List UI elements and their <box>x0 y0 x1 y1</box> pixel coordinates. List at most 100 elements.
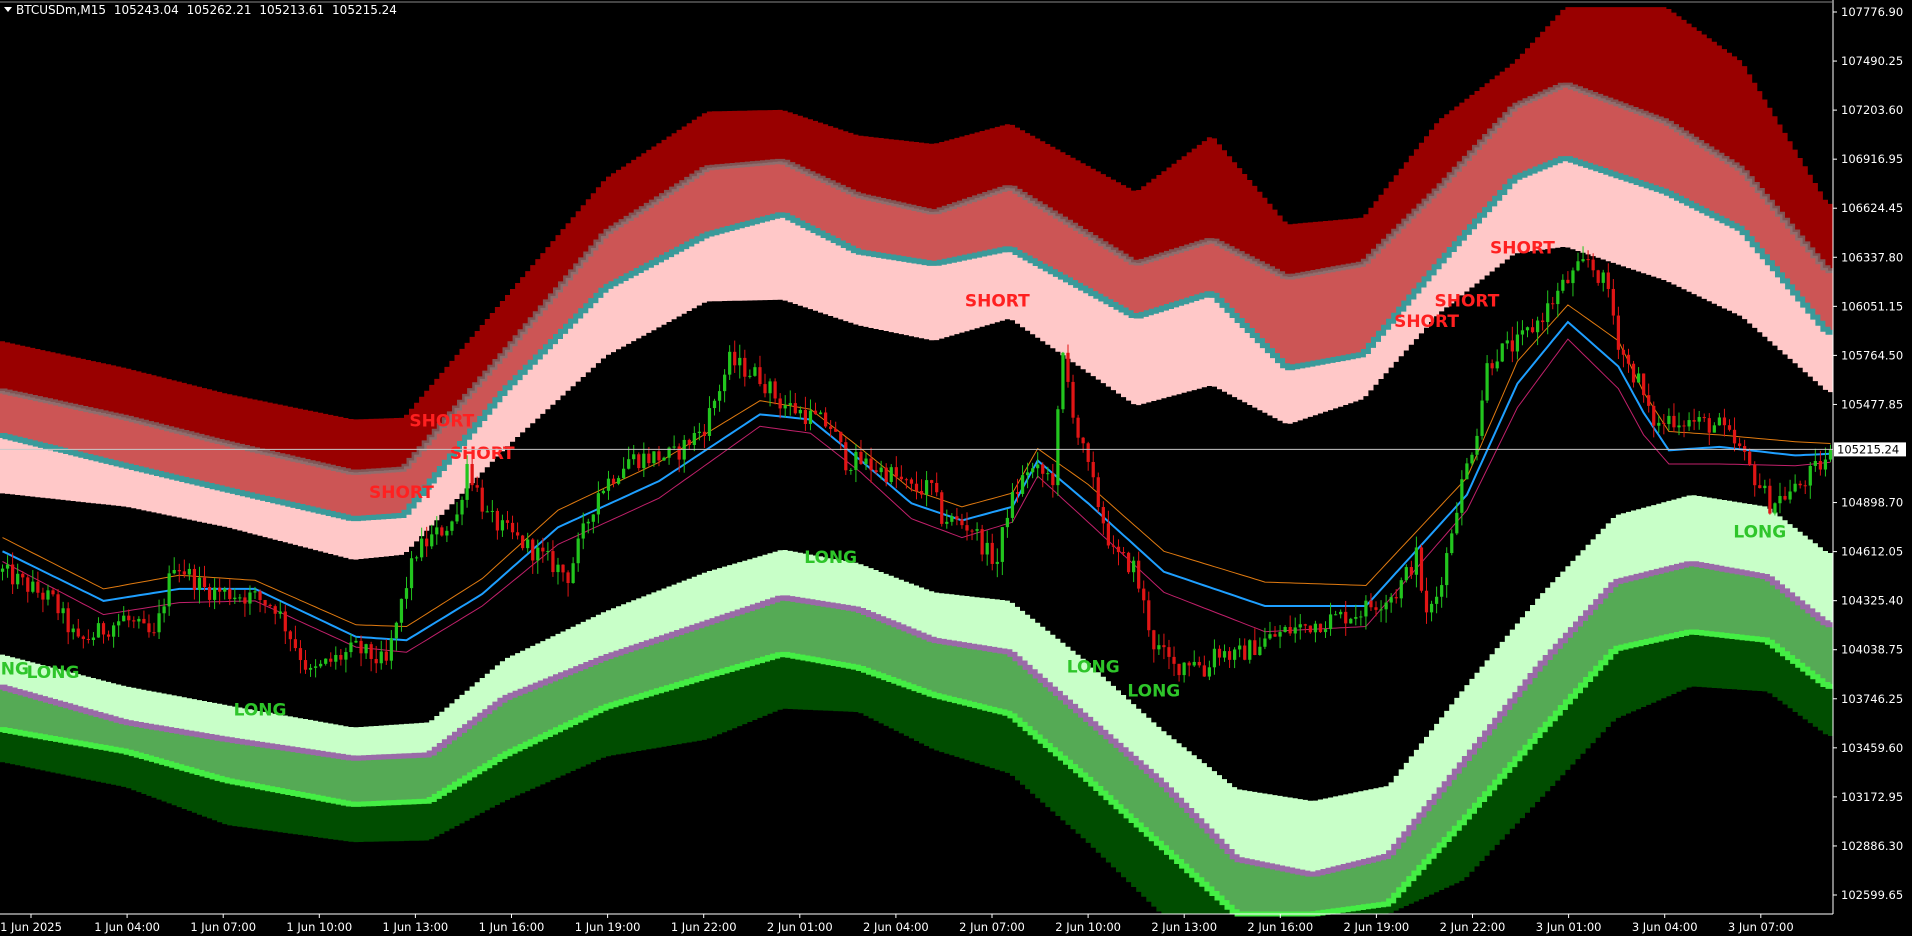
candle-body <box>1429 603 1434 613</box>
candle-body <box>26 577 30 592</box>
signal-label-long: LONG <box>1733 523 1786 543</box>
candle-body <box>798 409 802 414</box>
candle-body <box>51 590 55 595</box>
candle-body <box>935 482 939 493</box>
candle-body <box>1778 495 1782 504</box>
candle-body <box>1313 623 1318 633</box>
candle-body <box>1071 381 1075 418</box>
x-tick-label: 2 Jun 19:00 <box>1344 920 1410 934</box>
candle-body <box>975 529 979 531</box>
candle-body <box>1611 288 1615 316</box>
candle-body <box>324 658 328 664</box>
candle-body <box>1591 259 1595 271</box>
candle-body <box>1318 623 1323 633</box>
candle-body <box>36 581 40 593</box>
candle-body <box>440 527 444 536</box>
candle-body <box>253 591 257 593</box>
x-tick-label: 2 Jun 01:00 <box>767 920 833 934</box>
candle-body <box>1132 560 1136 573</box>
candle-body <box>1515 334 1520 352</box>
candle-body <box>1440 585 1444 597</box>
candle-body <box>1137 560 1141 589</box>
candle-body <box>768 381 772 394</box>
candle-body <box>566 572 570 584</box>
x-tick-label: 1 Jun 07:00 <box>190 920 256 934</box>
candle-body <box>278 611 282 614</box>
candle-body <box>455 514 459 522</box>
candle-body <box>1652 405 1656 426</box>
candle-body <box>0 568 5 572</box>
y-tick-label: 106916.95 <box>1841 152 1903 166</box>
candle-body <box>1031 468 1035 473</box>
candle-body <box>738 357 742 366</box>
candle-body <box>1450 533 1454 554</box>
candle-body <box>1036 464 1040 469</box>
candle-body <box>268 604 272 607</box>
candle-body <box>1253 640 1257 655</box>
candle-body <box>1182 662 1186 676</box>
candle-body <box>399 598 404 623</box>
candle-body <box>1753 464 1757 486</box>
candle-body <box>263 600 267 605</box>
candle-body <box>526 539 530 549</box>
x-tick-label: 2 Jun 07:00 <box>959 920 1025 934</box>
candle-body <box>308 667 313 670</box>
candle-body <box>1404 567 1408 581</box>
candle-body <box>96 623 101 638</box>
candle-body <box>677 446 681 460</box>
y-tick-label: 106051.15 <box>1841 299 1903 313</box>
candle-body <box>733 351 737 366</box>
candle-body <box>985 542 989 555</box>
candle-body <box>1687 420 1691 427</box>
candle-body <box>515 532 520 536</box>
price-chart[interactable]: SHORTSHORTSHORTSHORTSHORTSHORTSHORTLONGL… <box>0 0 1912 936</box>
candle-body <box>182 571 186 575</box>
candle-body <box>339 654 343 660</box>
candle-body <box>1323 629 1328 633</box>
y-tick-label: 107490.25 <box>1841 54 1903 68</box>
candle-body <box>56 594 60 614</box>
y-tick-label: 104038.75 <box>1841 643 1903 657</box>
candle-body <box>71 628 75 633</box>
candle-body <box>1581 259 1585 262</box>
y-tick-label: 102599.65 <box>1841 888 1903 902</box>
candle-body <box>1662 422 1666 425</box>
candle-body <box>1667 415 1671 425</box>
candle-body <box>1374 607 1378 610</box>
candle-body <box>763 384 767 394</box>
x-tick-label: 3 Jun 01:00 <box>1536 920 1602 934</box>
candle-body <box>813 410 818 415</box>
candle-body <box>1763 485 1767 489</box>
candle-body <box>1717 417 1722 426</box>
candle-body <box>41 592 45 600</box>
candle-body <box>1525 327 1530 331</box>
y-tick-label: 106624.45 <box>1841 201 1903 215</box>
candle-body <box>1192 661 1196 666</box>
candle-body <box>1530 327 1535 333</box>
candle-body <box>783 405 787 409</box>
candle-body <box>1233 649 1237 660</box>
candle-body <box>480 487 484 512</box>
candle-body <box>1470 454 1474 464</box>
candle-body <box>1520 330 1525 335</box>
candle-body <box>460 499 464 515</box>
candle-body <box>384 651 388 661</box>
candle-body <box>1086 443 1090 462</box>
x-tick-label: 2 Jun 10:00 <box>1055 920 1121 934</box>
candle-body <box>177 570 181 572</box>
candle-body <box>414 557 419 559</box>
x-tick-label: 1 Jun 10:00 <box>286 920 352 934</box>
candle-body <box>1172 656 1176 664</box>
candle-body <box>329 658 333 662</box>
y-tick-label: 107203.60 <box>1841 103 1903 117</box>
candle-body <box>122 615 126 622</box>
candle-body <box>1677 425 1681 428</box>
candle-body <box>642 453 646 469</box>
candle-body <box>197 577 202 590</box>
candle-body <box>475 485 479 488</box>
candle-body <box>1758 485 1762 489</box>
signal-label-long: LONG <box>1067 658 1120 678</box>
candle-body <box>1455 512 1459 534</box>
candle-body <box>571 563 575 584</box>
y-tick-label: 106337.80 <box>1841 250 1903 264</box>
